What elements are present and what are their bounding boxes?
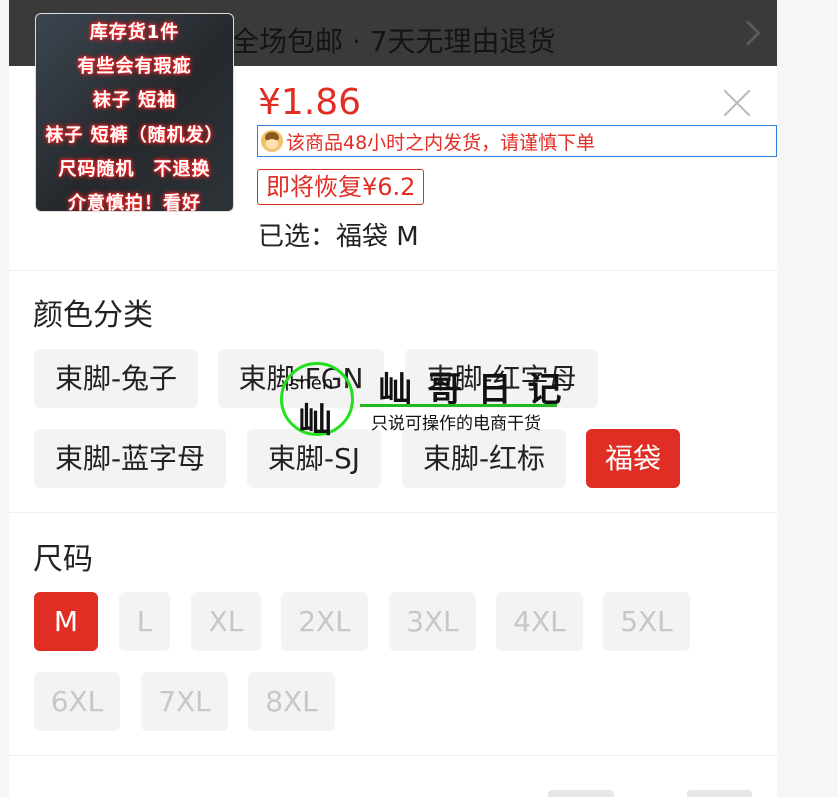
close-icon[interactable] bbox=[722, 88, 752, 118]
size-section-title: 尺码 bbox=[33, 542, 93, 577]
thumb-line: 有些会有瑕疵 bbox=[77, 56, 192, 77]
shipping-notice: 该商品48小时之内发货，请谨慎下单 bbox=[257, 125, 777, 157]
quantity-stepper-plus[interactable] bbox=[687, 790, 752, 797]
color-option[interactable]: 束脚-红标 bbox=[402, 429, 566, 488]
size-option[interactable]: 6XL bbox=[34, 672, 120, 731]
size-option[interactable]: XL bbox=[191, 592, 261, 651]
thumb-line: 袜子 短袖 bbox=[92, 90, 177, 111]
product-price: ¥1.86 bbox=[258, 82, 362, 123]
color-option[interactable]: 束脚-兔子 bbox=[34, 349, 198, 408]
size-option[interactable]: 5XL bbox=[603, 592, 690, 651]
color-option[interactable]: 束脚-SJ bbox=[247, 429, 381, 488]
quantity-stepper-minus[interactable] bbox=[548, 790, 614, 797]
size-option[interactable]: 4XL bbox=[496, 592, 583, 651]
color-option[interactable]: 束脚-红字母 bbox=[405, 349, 598, 408]
size-option[interactable]: 7XL bbox=[141, 672, 228, 731]
thumb-line: 袜子 短裤（随机发） bbox=[45, 125, 224, 146]
divider bbox=[9, 512, 777, 513]
shipping-policy-text: 全场包邮 · 7天无理由退货 bbox=[231, 25, 556, 58]
size-option-selected[interactable]: M bbox=[34, 592, 98, 651]
avatar-icon bbox=[261, 130, 283, 152]
shipping-notice-text: 该商品48小时之内发货，请谨慎下单 bbox=[286, 131, 596, 154]
color-option[interactable]: 束脚-FGN bbox=[218, 349, 384, 408]
divider bbox=[9, 270, 777, 271]
size-option[interactable]: 8XL bbox=[248, 672, 335, 731]
thumb-line: 介意慎拍！看好 bbox=[68, 193, 201, 212]
product-thumbnail[interactable]: 库存货1件 有些会有瑕疵 袜子 短袖 袜子 短裤（随机发） 尺码随机 不退换 介… bbox=[35, 13, 234, 212]
color-section-title: 颜色分类 bbox=[33, 298, 153, 333]
selected-summary: 已选：福袋 M bbox=[258, 222, 419, 252]
divider bbox=[9, 755, 777, 756]
thumb-line: 尺码随机 不退换 bbox=[58, 159, 211, 180]
size-option[interactable]: 3XL bbox=[389, 592, 476, 651]
size-option[interactable]: L bbox=[119, 592, 170, 651]
chevron-right-icon[interactable] bbox=[735, 20, 761, 46]
thumb-line: 库存货1件 bbox=[89, 22, 180, 43]
color-option[interactable]: 束脚-蓝字母 bbox=[34, 429, 226, 488]
size-option[interactable]: 2XL bbox=[281, 592, 368, 651]
restore-price-badge: 即将恢复¥6.2 bbox=[257, 169, 425, 205]
color-option-selected[interactable]: 福袋 bbox=[586, 429, 680, 488]
